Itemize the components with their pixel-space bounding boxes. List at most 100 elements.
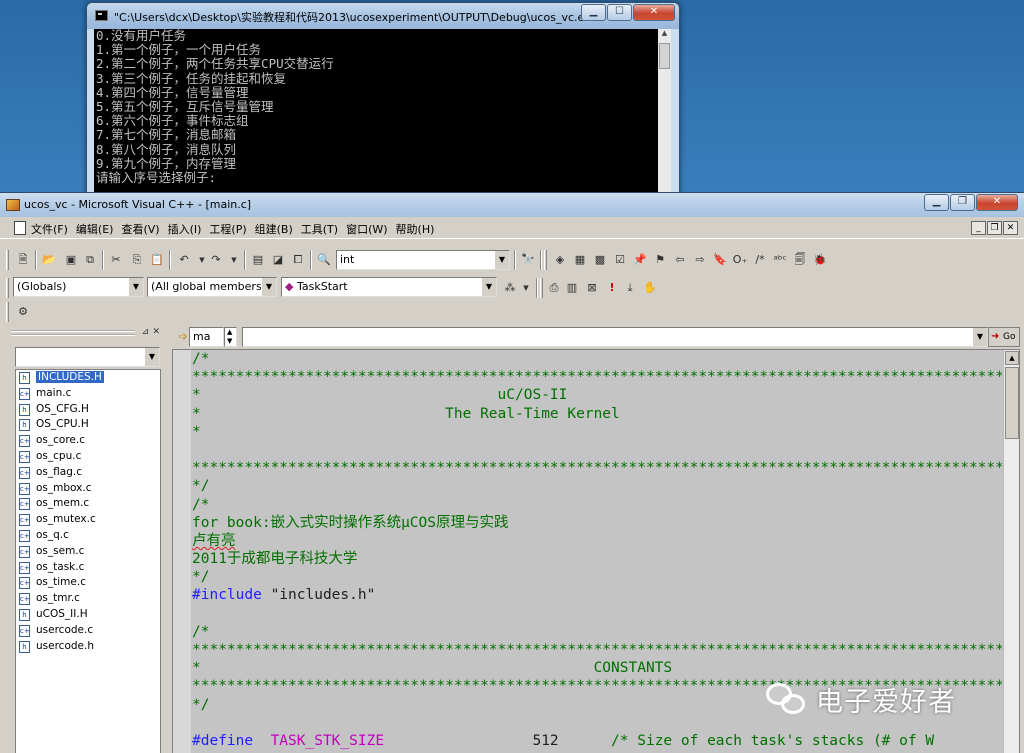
compile-icon[interactable]: ⎙	[546, 280, 562, 296]
menu-project[interactable]: 工程(P)	[209, 221, 246, 237]
execute-icon[interactable]: !	[604, 280, 620, 296]
find-icon[interactable]: 🔭	[520, 252, 536, 268]
spin-down-icon[interactable]: ▼	[227, 332, 232, 346]
spell-icon[interactable]: ᵃᵇᶜ	[772, 252, 788, 268]
chevron-down-icon[interactable]: ▼	[128, 278, 143, 296]
copy-icon[interactable]: ⎘	[129, 252, 145, 268]
file-item[interactable]: c+ os_sem.c	[16, 544, 160, 560]
chevron-down-icon[interactable]: ▼	[261, 278, 276, 296]
dock-icon[interactable]: ⊿	[141, 327, 149, 337]
console-scroll-thumb[interactable]	[659, 43, 670, 69]
editor-gutter[interactable]	[173, 350, 191, 753]
file-item[interactable]: c+ os_mutex.c	[16, 512, 160, 528]
file-item[interactable]: c+ main.c	[16, 386, 160, 402]
resource-icon[interactable]: ▩	[592, 252, 608, 268]
symbol-combo[interactable]: ▼	[242, 327, 988, 347]
file-item[interactable]: c+ os_mbox.c	[16, 481, 160, 497]
class-view-icon[interactable]: ◈	[552, 252, 568, 268]
file-item[interactable]: c+ os_mem.c	[16, 496, 160, 512]
go-icon[interactable]: ⤓	[622, 280, 638, 296]
folder-icon[interactable]: ▦	[572, 252, 588, 268]
bookmark-icon[interactable]: 🔖	[712, 252, 728, 268]
find-in-files-icon[interactable]: 🔍	[316, 252, 332, 268]
doc-close-button[interactable]: ✕	[1003, 221, 1018, 235]
vc-title-bar[interactable]: ucos_vc - Microsoft Visual C++ - [main.c…	[0, 193, 1024, 217]
menu-file[interactable]: 文件(F)	[31, 221, 68, 237]
filter-combo[interactable]: (All global members ▼	[147, 277, 277, 297]
chevron-down-icon[interactable]: ▼	[481, 278, 496, 296]
operator-icon[interactable]: O₊	[732, 252, 748, 268]
file-item[interactable]: h OS_CPU.H	[16, 417, 160, 433]
menu-build[interactable]: 组建(B)	[255, 221, 293, 237]
doc-minimize-button[interactable]: _	[971, 221, 986, 235]
chevron-down-icon[interactable]: ▼	[144, 348, 159, 366]
redo-dropdown-icon[interactable]: ▼	[226, 252, 242, 268]
breakpoint-icon[interactable]: ✋	[642, 280, 658, 296]
wand-dropdown-icon[interactable]: ▼	[518, 280, 534, 296]
pin-icon[interactable]: 📌	[632, 252, 648, 268]
workspace-combo[interactable]: ▼	[15, 347, 160, 367]
comment-icon[interactable]: /*	[752, 252, 768, 268]
arrow-left-icon[interactable]: ⇦	[672, 252, 688, 268]
find-combo[interactable]: int ▼	[336, 250, 510, 270]
wand-icon[interactable]: ⁂	[502, 280, 518, 296]
file-item[interactable]: c+ os_q.c	[16, 528, 160, 544]
bug-icon[interactable]: 🐞	[812, 252, 828, 268]
scope-combo[interactable]: ma	[189, 327, 224, 347]
toolbar-grip[interactable]	[6, 250, 9, 270]
file-item[interactable]: h OS_CFG.H	[16, 402, 160, 418]
file-item[interactable]: c+ os_cpu.c	[16, 449, 160, 465]
console-scrollbar[interactable]: ▲	[658, 29, 671, 203]
file-item[interactable]: h INCLUDES.H	[16, 370, 160, 386]
flag-icon[interactable]: ⚑	[652, 252, 668, 268]
menu-tools[interactable]: 工具(T)	[301, 221, 338, 237]
file-item[interactable]: c+ os_core.c	[16, 433, 160, 449]
console-minimize-button[interactable]: ▁	[581, 4, 606, 21]
file-item[interactable]: c+ os_task.c	[16, 560, 160, 576]
file-item[interactable]: c+ os_tmr.c	[16, 591, 160, 607]
console-maximize-button[interactable]: ☐	[607, 4, 632, 21]
file-item[interactable]: h uCOS_II.H	[16, 607, 160, 623]
menu-view[interactable]: 查看(V)	[121, 221, 159, 237]
checklist-icon[interactable]: ☑	[612, 252, 628, 268]
file-item[interactable]: c+ os_flag.c	[16, 465, 160, 481]
close-icon[interactable]: ✕	[152, 327, 160, 337]
scroll-up-icon[interactable]: ▲	[1005, 351, 1019, 365]
file-item[interactable]: c+ usercode.c	[16, 623, 160, 639]
cut-icon[interactable]: ✂	[108, 252, 124, 268]
open-icon[interactable]: 📂	[41, 252, 57, 268]
chevron-down-icon[interactable]: ▼	[494, 251, 509, 269]
menu-window[interactable]: 窗口(W)	[346, 221, 387, 237]
file-item[interactable]: c+ os_time.c	[16, 575, 160, 591]
member-combo[interactable]: ◆ TaskStart ▼	[281, 277, 497, 297]
scroll-up-icon[interactable]: ▲	[658, 29, 671, 42]
console-close-button[interactable]: ✕	[633, 4, 675, 21]
build-minibar-icon[interactable]: ⚙	[15, 304, 31, 320]
undo-icon[interactable]: ↶	[176, 252, 192, 268]
vc-maximize-button[interactable]: ❐	[950, 194, 975, 211]
output-icon[interactable]: ◪	[270, 252, 286, 268]
scope-spinner[interactable]: ▲ ▼	[224, 327, 237, 347]
arrow-right-icon[interactable]: ⇨	[692, 252, 708, 268]
menu-help[interactable]: 帮助(H)	[396, 221, 435, 237]
new-file-icon[interactable]: 🗎	[15, 252, 31, 268]
editor-scroll-thumb[interactable]	[1005, 367, 1019, 439]
file-item[interactable]: h usercode.h	[16, 639, 160, 655]
console-output[interactable]: 0.没有用户任务 1.第一个例子，一个用户任务 2.第二个例子，两个任务共享CP…	[94, 29, 664, 203]
doc-icon[interactable]	[14, 221, 26, 235]
class-combo[interactable]: (Globals) ▼	[13, 277, 144, 297]
document-icon[interactable]: 🗐	[792, 252, 808, 268]
stop-build-icon[interactable]: ⊠	[584, 280, 600, 296]
menu-insert[interactable]: 插入(I)	[168, 221, 202, 237]
windows-icon[interactable]: ⧠	[290, 252, 306, 268]
save-icon[interactable]: ▣	[63, 252, 79, 268]
console-title-bar[interactable]: "C:\Users\dcx\Desktop\实验教程和代码2013\ucosex…	[87, 3, 679, 29]
editor-scrollbar[interactable]: ▲	[1003, 350, 1019, 753]
go-button[interactable]: Go	[988, 327, 1020, 347]
vc-minimize-button[interactable]: ▁	[924, 194, 949, 211]
build-icon[interactable]: ▥	[564, 280, 580, 296]
workspace-icon[interactable]: ▤	[250, 252, 266, 268]
paste-icon[interactable]: 📋	[149, 252, 165, 268]
menu-edit[interactable]: 编辑(E)	[76, 221, 114, 237]
save-all-icon[interactable]: ⧉	[82, 252, 98, 268]
